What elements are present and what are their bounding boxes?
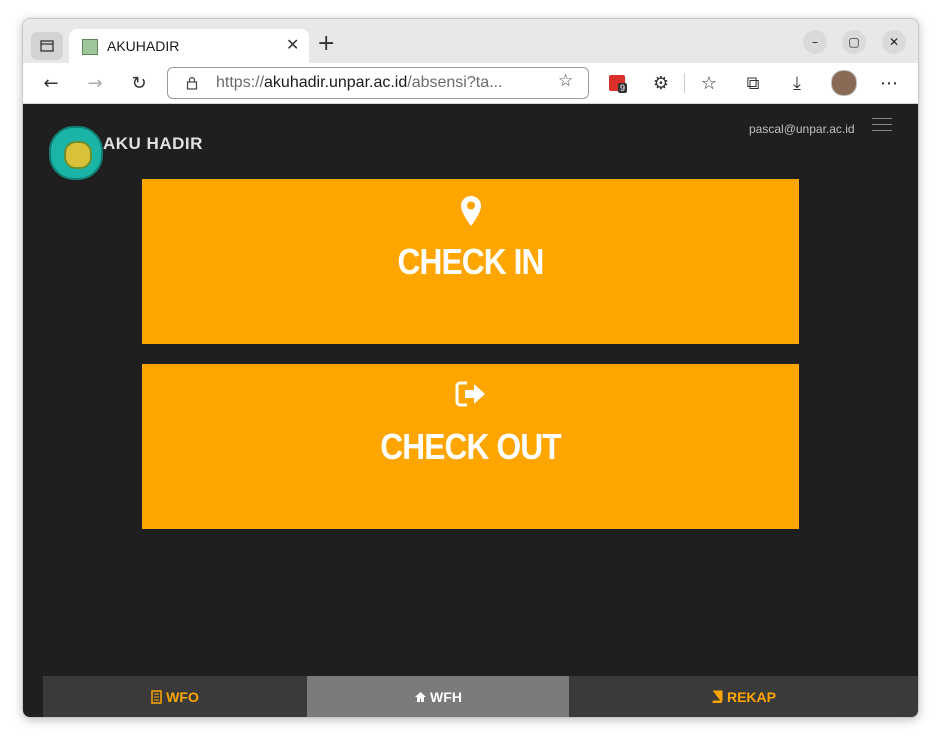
nav-rekap[interactable]: REKAP bbox=[569, 676, 918, 717]
reload-icon[interactable]: ↻ bbox=[127, 71, 151, 95]
tab-strip: AKUHADIR ✕ + – ▢ ✕ bbox=[23, 19, 918, 63]
downloads-icon[interactable]: ⤓ bbox=[785, 71, 809, 95]
extension-badge: 9 bbox=[618, 83, 628, 93]
tab-title: AKUHADIR bbox=[107, 38, 180, 54]
sign-out-icon bbox=[455, 381, 485, 407]
more-menu-icon[interactable]: ⋯ bbox=[877, 71, 901, 95]
maximize-button[interactable]: ▢ bbox=[842, 30, 866, 54]
tab-actions-icon bbox=[40, 40, 54, 52]
forward-icon[interactable]: → bbox=[83, 71, 107, 95]
nav-wfh-label: WFH bbox=[430, 688, 462, 705]
check-in-button[interactable]: CHECK IN bbox=[142, 179, 799, 344]
favorites-icon[interactable]: ☆ bbox=[697, 71, 721, 95]
extensions-puzzle-icon[interactable]: ⚙ bbox=[649, 71, 673, 95]
toolbar-divider bbox=[684, 73, 685, 93]
back-icon[interactable]: ← bbox=[39, 71, 63, 95]
tab-actions-button[interactable] bbox=[31, 32, 63, 60]
building-icon bbox=[151, 689, 162, 704]
nav-wfo-label: WFO bbox=[166, 688, 199, 705]
url-host: akuhadir.unpar.ac.id bbox=[264, 74, 408, 91]
add-favorite-icon[interactable]: ☆ bbox=[558, 71, 573, 91]
tab-close-icon[interactable]: ✕ bbox=[286, 35, 299, 54]
map-marker-icon bbox=[460, 196, 481, 226]
nav-wfo[interactable]: WFO bbox=[43, 676, 307, 717]
url-path: /absensi?ta... bbox=[407, 74, 503, 91]
collections-icon[interactable]: ⧉ bbox=[741, 71, 765, 95]
url-proto: https:// bbox=[216, 74, 265, 91]
extension-icon[interactable]: 9 bbox=[609, 75, 628, 93]
browser-toolbar: ← → ↻ https://akuhadir.unpar.ac.id/absen… bbox=[23, 63, 918, 104]
app-logo bbox=[49, 126, 103, 180]
url-text: https://akuhadir.unpar.ac.id/absensi?ta.… bbox=[216, 74, 502, 92]
browser-window: AKUHADIR ✕ + – ▢ ✕ ← → ↻ https://akuhadi… bbox=[22, 18, 919, 718]
nav-rekap-label: REKAP bbox=[726, 688, 776, 705]
minimize-button[interactable]: – bbox=[803, 30, 827, 54]
nav-wfh[interactable]: WFH bbox=[307, 676, 569, 717]
bottom-nav: WFO WFH REKAP bbox=[43, 676, 918, 717]
home-icon bbox=[415, 691, 427, 702]
check-out-button[interactable]: CHECK OUT bbox=[142, 364, 799, 529]
book-icon bbox=[712, 690, 723, 703]
browser-tab[interactable]: AKUHADIR ✕ bbox=[69, 29, 309, 63]
check-in-label: CHECK IN bbox=[397, 241, 544, 282]
site-favicon-icon bbox=[82, 39, 98, 55]
profile-avatar[interactable] bbox=[831, 70, 857, 96]
close-window-button[interactable]: ✕ bbox=[882, 30, 906, 54]
lock-icon bbox=[186, 76, 198, 90]
check-out-label: CHECK OUT bbox=[380, 426, 561, 467]
new-tab-icon[interactable]: + bbox=[317, 32, 335, 56]
brand-title: AKU HADIR bbox=[103, 134, 203, 153]
address-bar[interactable]: https://akuhadir.unpar.ac.id/absensi?ta.… bbox=[167, 67, 589, 99]
hamburger-menu-icon[interactable] bbox=[872, 118, 892, 134]
user-email: pascal@unpar.ac.id bbox=[749, 122, 855, 136]
page-content: AKU HADIR pascal@unpar.ac.id CHECK IN CH… bbox=[23, 104, 918, 717]
